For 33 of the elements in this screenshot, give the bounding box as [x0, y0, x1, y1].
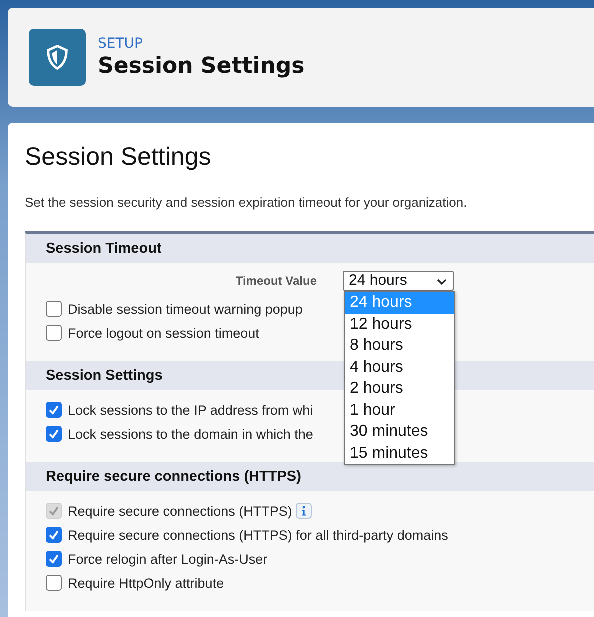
dropdown-option[interactable]: 30 minutes — [345, 421, 454, 442]
shield-icon — [29, 29, 86, 86]
dropdown-option[interactable]: 12 hours — [345, 314, 454, 335]
page-title: Session Settings — [25, 143, 212, 172]
section-title: Session Timeout — [46, 240, 162, 256]
checkbox-label: Lock sessions to the domain in which the — [68, 426, 314, 442]
dropdown-option[interactable]: 1 hour — [345, 400, 454, 421]
dropdown-option[interactable]: 2 hours — [345, 378, 454, 400]
checkbox-label: Require secure connections (HTTPS) for all third-party domains — [68, 528, 448, 542]
checkbox[interactable] — [46, 301, 62, 317]
dropdown-option[interactable]: 15 minutes — [345, 442, 454, 464]
section-title: Require secure connections (HTTPS) — [46, 468, 302, 484]
checkbox-label: Require HttpOnly attribute — [68, 576, 224, 590]
checkbox-label: Require secure connections (HTTPS) — [68, 504, 292, 518]
checkbox[interactable] — [46, 575, 62, 591]
dropdown-option[interactable]: 8 hours — [345, 335, 454, 356]
timeout-select[interactable]: 24 hours — [343, 271, 454, 291]
section-title: Session Settings — [46, 368, 163, 384]
checkbox[interactable] — [46, 426, 62, 442]
checkbox[interactable] — [46, 551, 62, 567]
breadcrumb: SETUP — [98, 36, 144, 52]
field-label: Timeout Value — [234, 274, 317, 288]
checkbox-label: Disable session timeout warning popup — [68, 302, 303, 316]
checkbox-label: Force relogin after Login-As-User — [68, 552, 268, 566]
checkbox-label: Force logout on session timeout — [68, 326, 260, 340]
checkbox[interactable] — [46, 527, 62, 543]
checkbox-label: Lock sessions to the IP address from whi — [68, 402, 314, 418]
page-header-title: Session Settings — [98, 54, 305, 79]
chevron-icon — [437, 279, 447, 285]
description: Set the session security and session expiration timeout for your organization. — [25, 195, 468, 210]
checkbox[interactable] — [46, 402, 62, 418]
checkbox[interactable] — [46, 325, 62, 341]
dropdown-option[interactable]: 4 hours — [345, 356, 454, 378]
